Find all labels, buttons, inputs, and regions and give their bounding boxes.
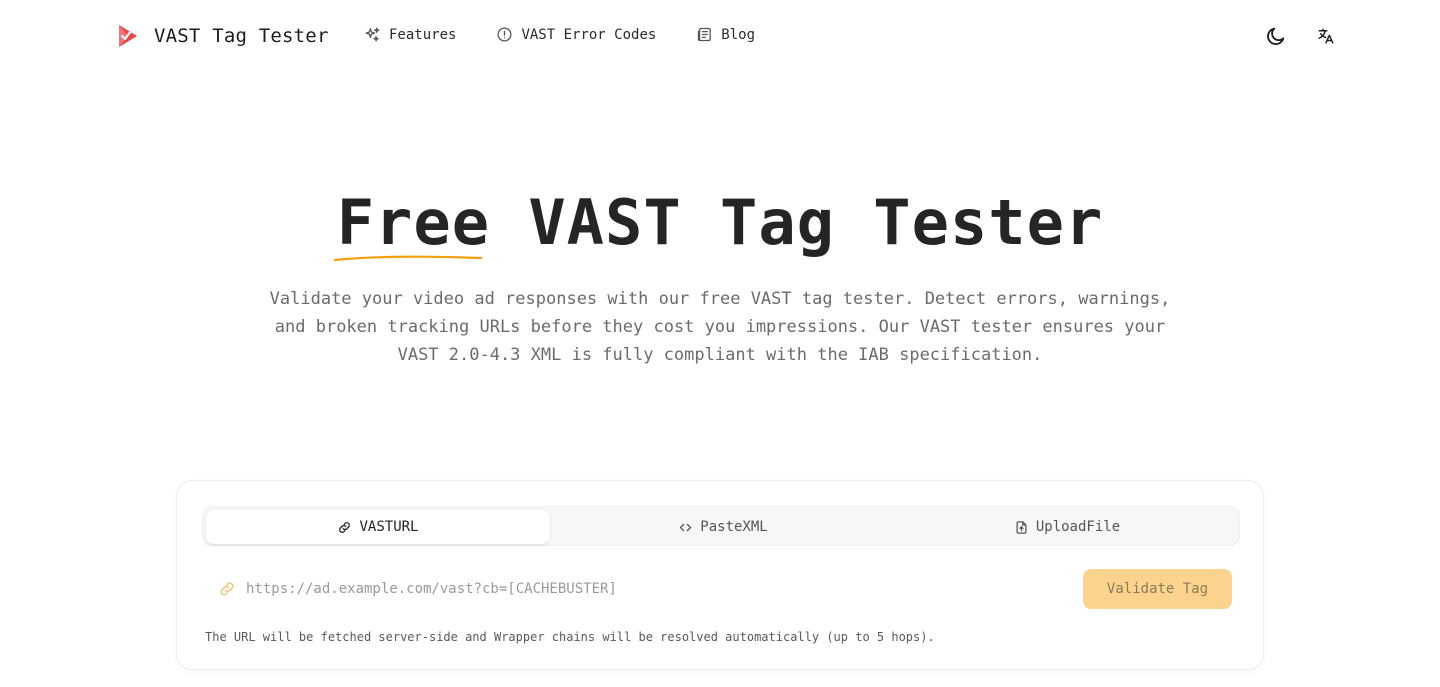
theme-toggle-button[interactable] [1262,22,1290,50]
link-icon [339,521,351,533]
title-highlight: Free [333,186,491,262]
title-rest-text: VAST Tag Tester [490,186,1104,259]
hero-description: Validate your video ad responses with ou… [269,289,1171,365]
input-mode-tabs: VASTURL PasteXML UploadFile [202,506,1240,546]
tab-label: PasteXML [700,519,768,535]
brand-link[interactable]: VAST Tag Tester [116,22,329,50]
nav-link-features[interactable]: Features [364,26,456,43]
tester-card: VASTURL PasteXML UploadFile Validate Tag [176,480,1264,670]
nav-link-error-codes[interactable]: VAST Error Codes [496,26,656,43]
url-hint-text: The URL will be fetched server-side and … [205,630,935,644]
moon-icon [1267,27,1285,45]
language-button[interactable] [1312,22,1340,50]
nav-actions [1262,22,1340,50]
play-logo-icon [119,25,137,47]
vast-url-input[interactable] [246,569,1066,609]
tab-upload-file[interactable]: UploadFile [896,510,1238,544]
validate-tag-button[interactable]: Validate Tag [1083,569,1232,609]
code-icon [680,523,692,531]
nav-link-blog[interactable]: Blog [696,26,755,43]
url-input-row: Validate Tag [202,569,1242,609]
nav-link-label: VAST Error Codes [521,26,657,43]
tab-vast-url[interactable]: VASTURL [206,510,550,544]
tab-label: VASTURL [359,519,419,535]
nav-links: Features VAST Error Codes Blog [364,26,755,43]
underline-decoration [333,255,482,262]
sparkles-icon [365,27,380,42]
page-title: Free VAST Tag Tester [0,186,1440,262]
file-upload-icon [1016,520,1027,534]
translate-icon [1318,28,1334,44]
nav-link-label: Blog [721,26,756,43]
brand-name: VAST Tag Tester [154,25,329,47]
tab-label: UploadFile [1035,519,1121,535]
top-navigation: VAST Tag Tester Features VAST Error Code… [0,0,1440,72]
title-highlight-text: Free [336,186,491,259]
link-icon [220,582,234,596]
tab-paste-xml[interactable]: PasteXML [550,510,896,544]
newspaper-icon [698,27,712,42]
alert-circle-icon [497,27,512,42]
nav-link-label: Features [389,26,457,43]
